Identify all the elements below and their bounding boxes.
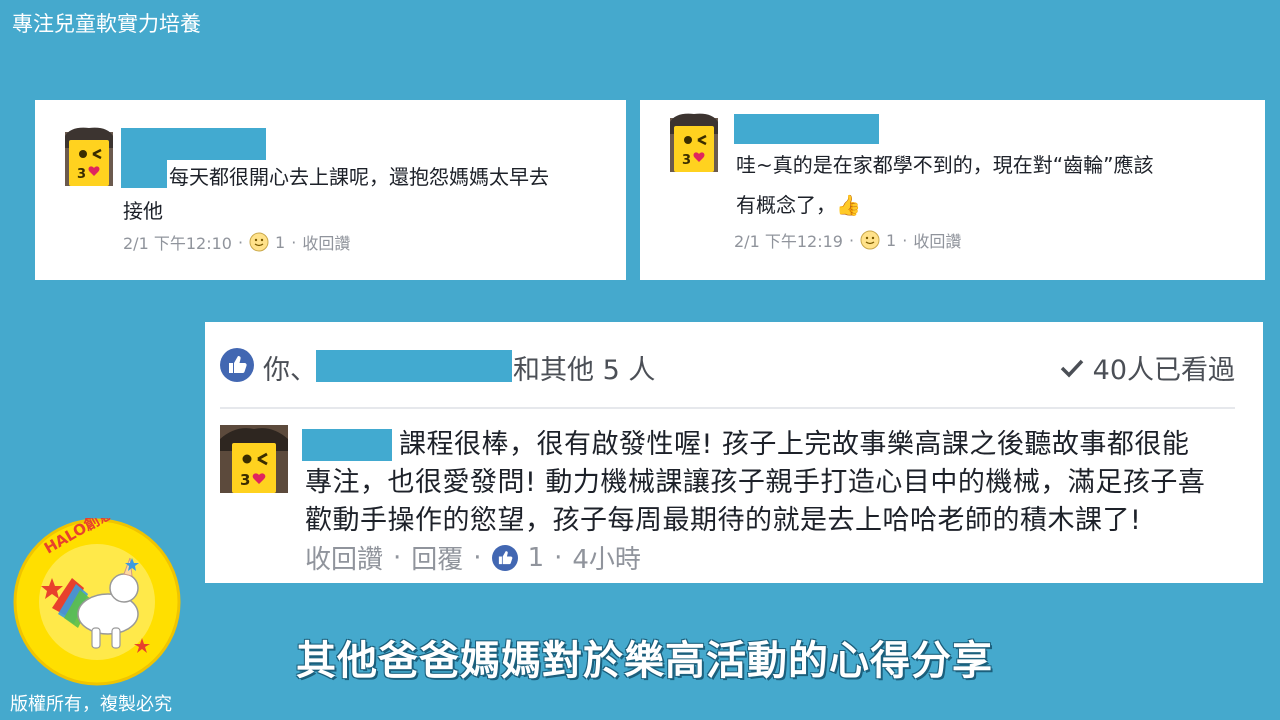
redacted-tag	[121, 160, 167, 188]
avatar[interactable]: 3	[220, 425, 288, 493]
seen-label: 40人已看過	[1092, 355, 1235, 386]
likes-you[interactable]: 你、	[263, 348, 317, 387]
redacted-name	[302, 429, 392, 461]
avatar[interactable]: 3	[61, 126, 117, 188]
halo-logo: HALO創意啟蒙樂園	[12, 518, 182, 686]
comment-meta: 2/1 下午12:19 · 1 · 收回讚	[734, 228, 961, 252]
like-count: 1	[527, 542, 545, 573]
comment-text-cont: 有概念了，👍	[736, 193, 861, 217]
separator: ·	[902, 230, 908, 250]
post-comment-text: 專注，也很愛發問! 動力機械課讓孩子親手打造心目中的機械，滿足孩子喜	[305, 467, 1206, 498]
likes-others[interactable]: 和其他 5 人	[513, 348, 655, 387]
page-title: 專注兒童軟實力培養	[12, 12, 201, 36]
divider	[220, 407, 1235, 409]
svg-text:3: 3	[682, 153, 691, 168]
separator: ·	[393, 542, 402, 573]
unlike-link[interactable]: 收回讚	[305, 539, 383, 576]
thumbs-up-icon	[220, 348, 254, 382]
comment-card-1: 3 每天都很開心去上課呢，還抱怨媽媽太早去 接他 2/1 下午12:10 · 1…	[35, 100, 626, 280]
post-comment-meta: 收回讚 · 回覆 · 1 · 4小時	[305, 539, 641, 576]
post-comment-text: 課程很棒，很有啟發性喔! 孩子上完故事樂高課之後聽故事都很能	[399, 429, 1190, 460]
post-comment-text: 歡動手操作的慾望，孩子每周最期待的就是去上哈哈老師的積木課了!	[305, 505, 1142, 536]
unlike-link[interactable]: 收回讚	[302, 230, 350, 254]
likes-summary: 你、 和其他 5 人 40人已看過	[205, 322, 1263, 402]
seen-count[interactable]: 40人已看過	[1059, 348, 1235, 387]
slide-caption: 其他爸爸媽媽對於樂高活動的心得分享	[296, 638, 993, 684]
reaction-count: 1	[275, 232, 286, 252]
checkmark-icon	[1060, 359, 1083, 378]
comment-date[interactable]: 2/1 下午12:10	[123, 230, 232, 254]
svg-text:3: 3	[77, 167, 86, 182]
redacted-name	[316, 350, 512, 382]
smile-reaction-icon[interactable]	[249, 232, 269, 252]
separator: ·	[291, 232, 297, 252]
redacted-name	[734, 114, 879, 144]
separator: ·	[848, 230, 855, 250]
thumbs-up-icon	[491, 544, 518, 571]
comment-date[interactable]: 2/1 下午12:19	[734, 228, 843, 252]
reaction-count: 1	[886, 230, 897, 250]
unlike-link[interactable]: 收回讚	[913, 228, 961, 252]
separator: ·	[237, 232, 244, 252]
copyright-notice: 版權所有，複製必究	[10, 694, 172, 715]
comment-meta: 2/1 下午12:10 · 1 · 收回讚	[123, 230, 350, 254]
reply-link[interactable]: 回覆	[411, 539, 463, 576]
svg-text:3: 3	[240, 471, 250, 489]
separator: ·	[554, 542, 563, 573]
separator: ·	[473, 542, 482, 573]
comment-time[interactable]: 4小時	[572, 539, 641, 576]
redacted-name	[121, 128, 266, 160]
smile-reaction-icon[interactable]	[860, 230, 880, 250]
avatar[interactable]: 3	[666, 112, 722, 174]
post-card: 你、 和其他 5 人 40人已看過 3 課程很棒，很有啟發性喔! 孩子上完故事樂…	[205, 322, 1263, 583]
comment-text: 哇~真的是在家都學不到的，現在對“齒輪”應該	[736, 153, 1154, 177]
comment-text: 每天都很開心去上課呢，還抱怨媽媽太早去	[169, 165, 549, 189]
comment-text-cont: 接他	[123, 199, 163, 223]
comment-card-2: 3 哇~真的是在家都學不到的，現在對“齒輪”應該 有概念了，👍 2/1 下午12…	[640, 100, 1265, 280]
